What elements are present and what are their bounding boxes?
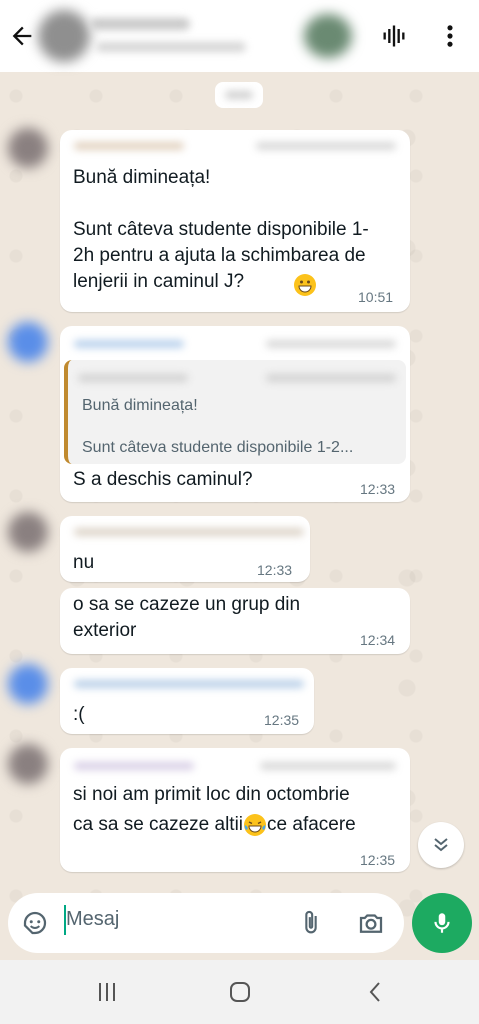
message-text-line2: ca sa se cazeze altii ce afacere [73,813,356,836]
chat-header [0,0,479,72]
back-nav-icon[interactable] [364,980,388,1004]
sender-phone-redacted [260,762,396,770]
message-time: 12:35 [360,852,396,868]
camera-icon[interactable] [356,908,386,938]
message-text: nu [73,552,95,573]
message-bubble[interactable]: nu 12:33 [60,516,310,582]
message-text: o sa se cazeze un grup din exterior [73,594,301,641]
microphone-button[interactable] [412,893,472,953]
quoted-line-1: Bună dimineața! [82,397,198,414]
contact-avatar[interactable] [38,10,90,62]
date-chip [215,82,263,108]
double-chevron-down-icon [434,838,448,852]
group-avatar[interactable] [304,14,352,58]
quoted-line-2: Sunt câteva studente disponibile 1-2... [82,439,354,456]
sender-phone-redacted [266,340,396,348]
message-time: 12:33 [360,481,396,497]
sender-name-redacted [74,762,194,770]
sender-avatar[interactable] [8,322,48,362]
grinning-emoji [294,274,316,296]
home-icon[interactable] [228,980,252,1004]
sender-name-redacted [74,340,184,348]
contact-status-redacted [96,42,246,52]
message-input[interactable]: Mesaj [66,908,119,931]
system-nav-bar [0,960,479,1024]
message-text: Bună dimineața! Sunt câteva studente dis… [73,167,369,292]
paperclip-icon[interactable] [297,908,325,938]
message-text: :( [73,704,85,725]
message-text: si noi am primit loc din octombrie [73,784,350,805]
microphone-icon [434,913,450,933]
message-time: 12:33 [257,562,293,578]
message-time: 12:34 [360,632,396,648]
sender-phone-redacted [256,142,396,150]
arrow-left-icon[interactable] [8,22,36,50]
message-time: 12:35 [264,712,300,728]
sender-name-redacted [74,528,304,536]
quoted-message[interactable]: Bună dimineața! Sunt câteva studente dis… [64,360,406,464]
sender-name-redacted [74,680,304,688]
message-time: 10:51 [358,289,394,305]
sender-name-redacted [74,142,184,150]
sender-avatar[interactable] [8,744,48,784]
audio-wave-icon[interactable] [380,22,408,50]
tears-of-joy-emoji [244,813,267,836]
contact-name-redacted[interactable] [90,18,190,30]
sticker-icon[interactable] [20,908,50,938]
recent-apps-icon[interactable] [94,980,120,1004]
message-text: S a deschis caminul? [73,469,253,490]
sender-avatar[interactable] [8,664,48,704]
sender-avatar[interactable] [8,128,48,168]
message-bubble[interactable]: si noi am primit loc din octombrie ca sa… [60,748,410,872]
scroll-to-bottom-button[interactable] [418,822,464,868]
more-vert-icon[interactable] [436,22,464,50]
message-bubble[interactable]: o sa se cazeze un grup din exterior 12:3… [60,588,410,654]
message-bubble[interactable]: Bună dimineața! Sunt câteva studente dis… [60,326,410,502]
message-bubble[interactable]: :( 12:35 [60,668,314,734]
sender-avatar[interactable] [8,512,48,552]
message-bubble[interactable]: Bună dimineața! Sunt câteva studente dis… [60,130,410,312]
